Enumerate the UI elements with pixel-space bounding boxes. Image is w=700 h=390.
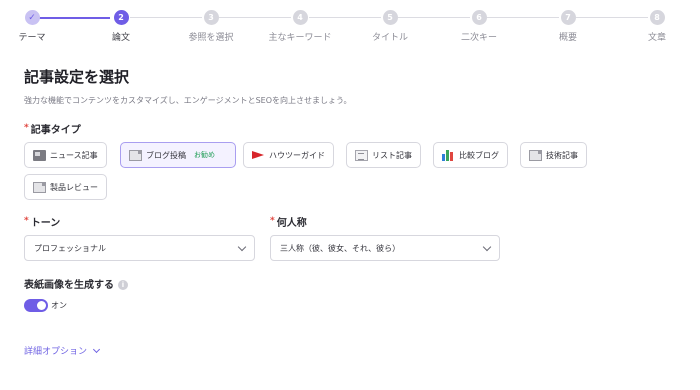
bar-chart-icon xyxy=(442,149,455,161)
required-mark: * xyxy=(270,216,275,226)
info-icon[interactable]: i xyxy=(118,280,128,290)
tone-select-value: プロフェッショナル xyxy=(34,243,106,253)
article-type-blog[interactable]: ブログ投稿 お勧め xyxy=(120,142,236,168)
step-label: 論文 xyxy=(111,33,130,43)
chevron-down-icon xyxy=(92,345,101,353)
step-secondary-keys[interactable]: 6 二次キー xyxy=(434,10,524,43)
newspaper-icon xyxy=(33,149,46,161)
advanced-options-label: 詳細オプション xyxy=(24,347,88,357)
step-number: 4 xyxy=(292,10,308,25)
recommended-badge: お勧め xyxy=(194,151,215,159)
person-label: * 何人称 xyxy=(270,214,307,229)
step-number: 5 xyxy=(382,10,398,25)
document-icon xyxy=(529,149,542,161)
article-type-listicle[interactable]: リスト記事 xyxy=(346,142,421,168)
step-label: 二次キー xyxy=(460,33,497,43)
check-icon: ✓ xyxy=(24,10,40,25)
chevron-down-icon xyxy=(482,242,492,252)
tone-select[interactable]: プロフェッショナル xyxy=(24,235,255,261)
step-label: 文章 xyxy=(647,33,666,43)
chip-label: 比較ブログ xyxy=(459,150,499,160)
article-type-label-text: 記事タイプ xyxy=(30,125,81,136)
chip-label: ニュース記事 xyxy=(50,150,98,160)
list-icon xyxy=(355,149,368,161)
tone-label: * トーン xyxy=(24,214,60,229)
step-label: テーマ xyxy=(18,33,46,43)
step-select-references[interactable]: 3 参照を選択 xyxy=(166,10,256,43)
person-select[interactable]: 三人称（彼、彼女、それ、彼ら） xyxy=(270,235,500,261)
chip-label: 技術記事 xyxy=(546,150,578,160)
tone-label-text: トーン xyxy=(30,218,61,229)
step-label: 概要 xyxy=(558,33,577,43)
step-number: 8 xyxy=(649,10,665,25)
toggle-state-label: オン xyxy=(51,301,67,310)
step-number: 3 xyxy=(203,10,219,25)
chip-label: ブログ投稿 xyxy=(146,150,186,160)
step-text[interactable]: 8 文章 xyxy=(612,10,700,43)
page-title: 記事設定を選択 xyxy=(24,68,130,86)
cover-image-toggle[interactable] xyxy=(24,299,48,312)
step-label: 参照を選択 xyxy=(188,33,234,43)
article-type-technical[interactable]: 技術記事 xyxy=(520,142,587,168)
progress-stepper: ✓ テーマ 2 論文 3 参照を選択 4 主なキーワード 5 タイトル 6 二次… xyxy=(0,10,700,44)
step-main-keywords[interactable]: 4 主なキーワード xyxy=(255,10,345,43)
chip-label: 製品レビュー xyxy=(50,182,98,192)
page-subtitle: 強力な機能でコンテンツをカスタマイズし、エンゲージメントとSEOを向上させましょ… xyxy=(24,96,352,105)
person-label-text: 何人称 xyxy=(276,218,307,229)
article-type-label: * 記事タイプ xyxy=(24,121,81,136)
step-outline[interactable]: 7 概要 xyxy=(523,10,613,43)
required-mark: * xyxy=(24,123,29,133)
step-label: 主なキーワード xyxy=(268,33,332,43)
step-theme[interactable]: ✓ テーマ xyxy=(0,10,77,43)
step-essay[interactable]: 2 論文 xyxy=(76,10,166,43)
step-number: 6 xyxy=(471,10,487,25)
step-number: 7 xyxy=(560,10,576,25)
article-type-howto[interactable]: ハウツーガイド xyxy=(243,142,334,168)
advanced-options-link[interactable]: 詳細オプション xyxy=(24,344,101,357)
document-icon xyxy=(129,149,142,161)
step-number: 2 xyxy=(113,10,129,25)
person-select-value: 三人称（彼、彼女、それ、彼ら） xyxy=(280,243,401,253)
chip-label: ハウツーガイド xyxy=(269,150,325,160)
chevron-down-icon xyxy=(237,242,247,252)
red-flag-icon xyxy=(252,150,265,161)
article-type-product-review[interactable]: 製品レビュー xyxy=(24,174,107,200)
chip-label: リスト記事 xyxy=(372,150,412,160)
document-icon xyxy=(33,181,46,193)
step-label: タイトル xyxy=(371,33,408,43)
step-title[interactable]: 5 タイトル xyxy=(345,10,435,43)
required-mark: * xyxy=(24,216,29,226)
cover-image-label: 表紙画像を生成する i xyxy=(24,276,128,291)
toggle-knob xyxy=(37,301,46,310)
cover-image-label-text: 表紙画像を生成する xyxy=(24,280,114,291)
article-type-news[interactable]: ニュース記事 xyxy=(24,142,107,168)
article-type-comparison[interactable]: 比較ブログ xyxy=(433,142,508,168)
